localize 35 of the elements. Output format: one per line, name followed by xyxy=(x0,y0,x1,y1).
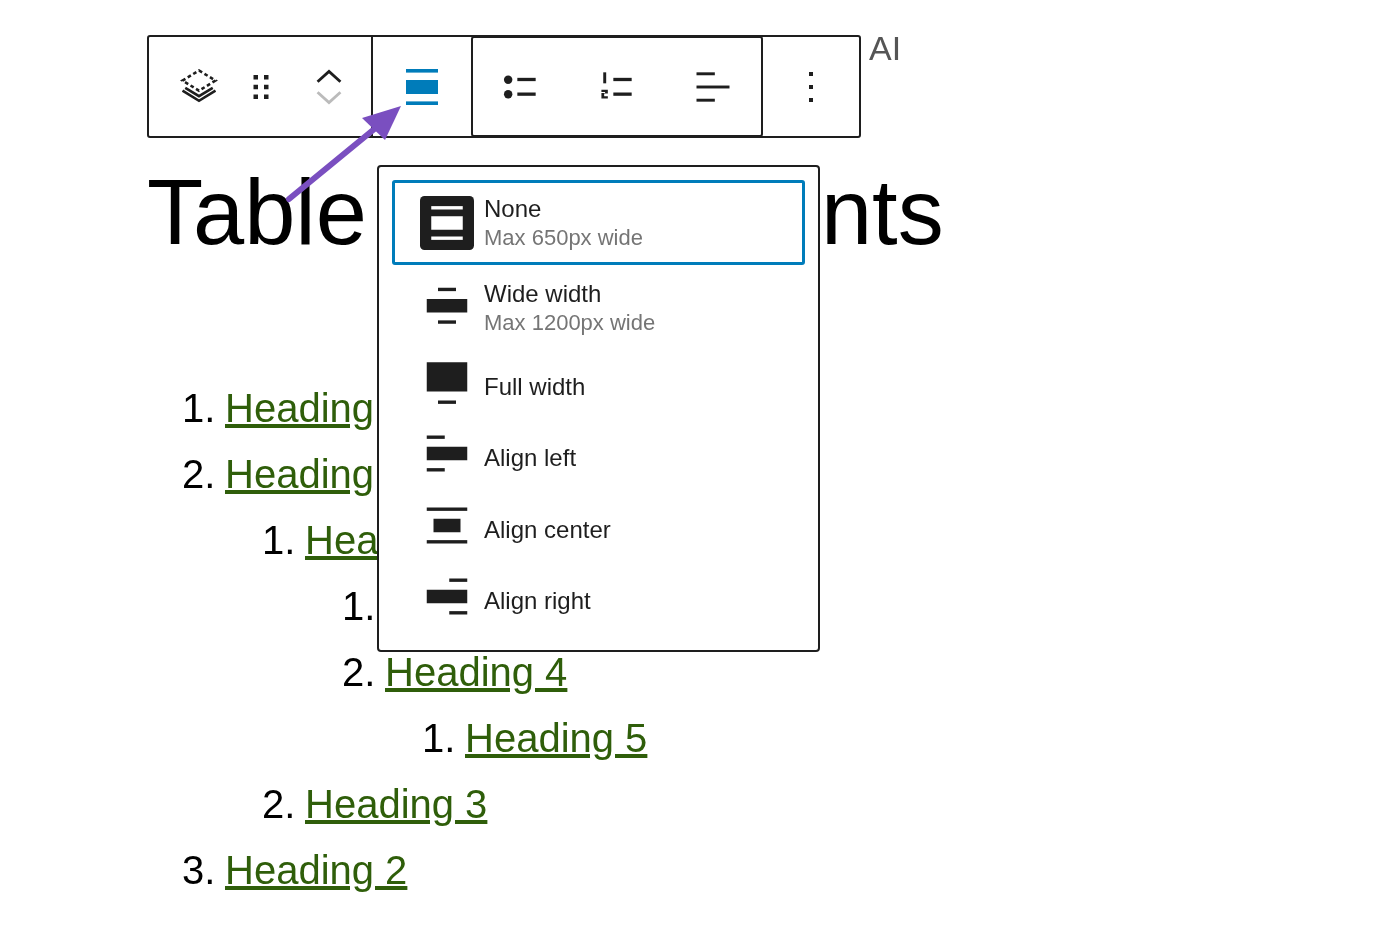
list-number: 3. xyxy=(182,850,217,890)
page-heading: Table xyxy=(147,166,367,258)
list-number: 1. xyxy=(262,520,297,560)
heading-link[interactable]: Heading 3 xyxy=(305,784,488,824)
list-number: 1. xyxy=(422,718,457,758)
menu-item-description: Max 1200px wide xyxy=(484,309,656,338)
menu-item-label: None xyxy=(484,193,543,224)
ai-label: AI xyxy=(869,31,902,65)
menu-item-label: Wide width xyxy=(484,279,603,310)
heading-link[interactable]: Heading 4 xyxy=(385,652,568,692)
list-number: 2. xyxy=(342,652,377,692)
heading-link[interactable]: Heading 5 xyxy=(465,718,648,758)
list-number: 2. xyxy=(262,784,297,824)
align-none-icon xyxy=(420,195,474,250)
heading-link[interactable]: Hea xyxy=(305,520,379,560)
menu-item[interactable]: Align center xyxy=(392,493,805,566)
menu-item[interactable]: Align right xyxy=(392,565,805,637)
list-number: 1. xyxy=(342,586,377,626)
more-options-icon[interactable] xyxy=(808,71,814,102)
list-number: 1. xyxy=(182,388,217,428)
heading-link[interactable]: Heading xyxy=(225,388,374,428)
menu-item-label: Align right xyxy=(484,586,591,617)
menu-item-description: Max 650px wide xyxy=(484,223,643,252)
page-heading: nts xyxy=(820,166,944,258)
menu-item[interactable]: None Max 650px wide xyxy=(392,180,805,266)
menu-item-label: Align left xyxy=(484,443,577,474)
menu-item-label: Full width xyxy=(484,371,586,402)
menu-item[interactable]: Wide width Max 1200px wide xyxy=(392,265,805,351)
heading-link[interactable]: Heading xyxy=(225,454,374,494)
menu-item-label: Align center xyxy=(484,514,611,545)
menu-item[interactable]: Full width xyxy=(392,350,805,423)
heading-link[interactable]: Heading 2 xyxy=(225,850,408,890)
menu-item[interactable]: Align left xyxy=(392,422,805,494)
chevron-up-icon[interactable] xyxy=(315,67,343,84)
list-number: 2. xyxy=(182,454,217,494)
